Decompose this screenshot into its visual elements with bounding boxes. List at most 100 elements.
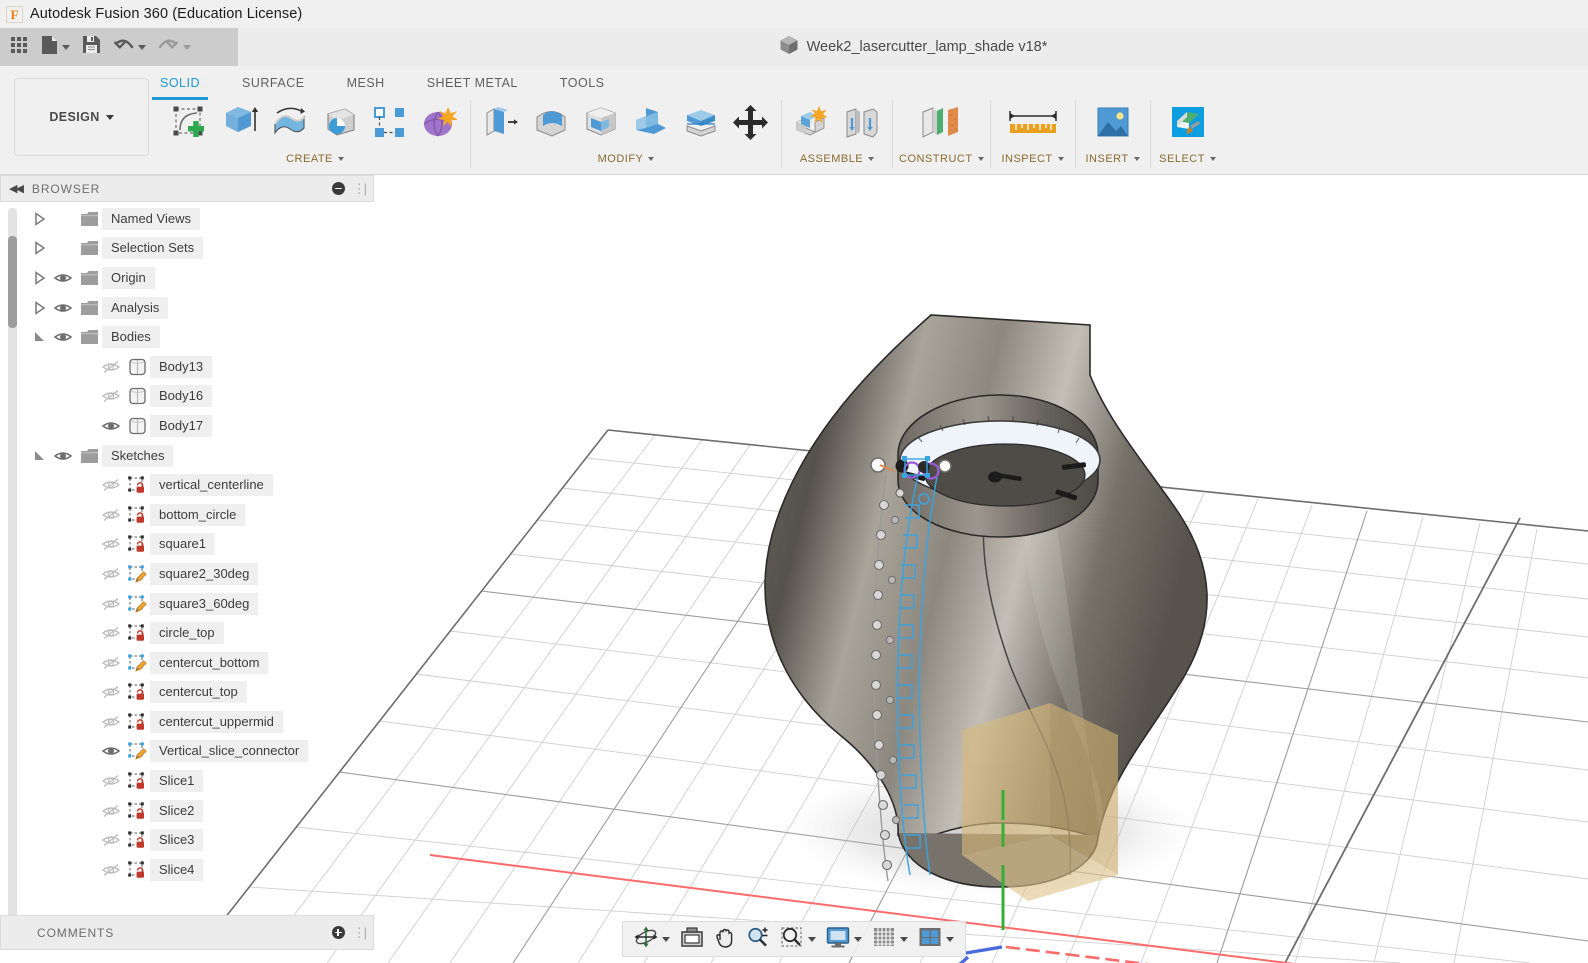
- eye-hidden-icon[interactable]: [98, 863, 124, 877]
- eye-hidden-icon[interactable]: [98, 478, 124, 492]
- comments-panel[interactable]: COMMENTS ⋮|: [0, 915, 374, 950]
- tool-press-pull[interactable]: [477, 100, 525, 150]
- resize-grip-icon[interactable]: ⋮|: [353, 181, 367, 197]
- eye-hidden-icon[interactable]: [98, 685, 124, 699]
- tree-row[interactable]: Slice4: [28, 855, 368, 885]
- eye-visible-icon[interactable]: [50, 449, 76, 463]
- resize-grip-icon[interactable]: ⋮|: [353, 925, 367, 941]
- chevron-down-icon[interactable]: [808, 936, 816, 942]
- eye-visible-icon[interactable]: [98, 744, 124, 758]
- panel-insert-label[interactable]: INSERT: [1085, 150, 1140, 168]
- tool-new-component[interactable]: [788, 100, 836, 150]
- tree-row[interactable]: square2_30deg: [28, 559, 368, 589]
- eye-hidden-icon[interactable]: [98, 804, 124, 818]
- eye-hidden-icon[interactable]: [98, 715, 124, 729]
- nav-display-settings-button[interactable]: [821, 923, 867, 955]
- nav-fit-button[interactable]: [775, 923, 821, 955]
- tree-row[interactable]: centercut_uppermid: [28, 707, 368, 737]
- eye-hidden-icon[interactable]: [98, 626, 124, 640]
- chevron-down-icon[interactable]: [62, 44, 70, 50]
- tree-row[interactable]: square1: [28, 530, 368, 560]
- tool-joint[interactable]: [838, 100, 886, 150]
- eye-hidden-icon[interactable]: [98, 656, 124, 670]
- panel-modify-label[interactable]: MODIFY: [598, 150, 655, 168]
- tool-shell[interactable]: [577, 100, 625, 150]
- panel-inspect-label[interactable]: INSPECT: [1001, 150, 1064, 168]
- chevron-down-icon[interactable]: [946, 936, 954, 942]
- collapse-triangle-icon[interactable]: [28, 241, 50, 256]
- tree-row[interactable]: Origin: [28, 263, 368, 293]
- plus-circle-icon[interactable]: [331, 926, 345, 939]
- tab-surface[interactable]: SURFACE: [242, 72, 305, 94]
- nav-viewports-button[interactable]: [913, 923, 959, 955]
- collapse-triangle-icon[interactable]: [28, 211, 50, 226]
- panel-construct-label[interactable]: CONSTRUCT: [899, 150, 984, 168]
- tree-row[interactable]: Analysis: [28, 293, 368, 323]
- tree-row[interactable]: bottom_circle: [28, 500, 368, 530]
- tab-mesh[interactable]: MESH: [347, 72, 385, 94]
- browser-scrollbar-thumb[interactable]: [8, 236, 17, 328]
- panel-select-label[interactable]: SELECT: [1159, 150, 1216, 168]
- double-left-arrow-icon[interactable]: ◀◀: [9, 182, 24, 195]
- tool-create-sketch[interactable]: [166, 100, 214, 150]
- collapse-triangle-icon[interactable]: [28, 300, 50, 315]
- eye-hidden-icon[interactable]: [98, 597, 124, 611]
- chevron-down-icon[interactable]: [854, 936, 862, 942]
- eye-visible-icon[interactable]: [98, 419, 124, 433]
- chevron-down-icon[interactable]: [138, 44, 146, 50]
- eye-visible-icon[interactable]: [50, 271, 76, 285]
- chevron-down-icon[interactable]: [183, 44, 191, 50]
- tab-sheet-metal[interactable]: SHEET METAL: [427, 72, 518, 94]
- nav-pan-button[interactable]: [709, 923, 741, 955]
- tool-offset-face[interactable]: [677, 100, 725, 150]
- nav-look-at-button[interactable]: [675, 923, 709, 955]
- tool-extrude[interactable]: [216, 100, 264, 150]
- nav-grid-snaps-button[interactable]: [867, 923, 913, 955]
- undo-button[interactable]: [107, 30, 152, 64]
- app-menu-button[interactable]: [4, 30, 35, 64]
- eye-hidden-icon[interactable]: [98, 833, 124, 847]
- document-tab[interactable]: Week2_lasercutter_lamp_shade v18*: [779, 35, 1047, 60]
- tree-row[interactable]: Bodies: [28, 322, 368, 352]
- browser-scrollbar[interactable]: [8, 208, 17, 920]
- tree-row[interactable]: Slice3: [28, 825, 368, 855]
- tree-row[interactable]: Vertical_slice_connector: [28, 737, 368, 767]
- tree-row[interactable]: Slice1: [28, 766, 368, 796]
- tool-insert-image[interactable]: [1082, 100, 1144, 150]
- redo-button[interactable]: [152, 30, 197, 64]
- eye-hidden-icon[interactable]: [98, 567, 124, 581]
- workspace-switcher-button[interactable]: DESIGN: [14, 78, 149, 156]
- eye-visible-icon[interactable]: [50, 301, 76, 315]
- eye-hidden-icon[interactable]: [98, 360, 124, 374]
- tool-construct-plane[interactable]: [910, 100, 972, 150]
- tool-move-copy[interactable]: [727, 100, 775, 150]
- minus-circle-icon[interactable]: [331, 182, 345, 195]
- eye-hidden-icon[interactable]: [98, 389, 124, 403]
- tree-row[interactable]: Sketches: [28, 441, 368, 471]
- tree-row[interactable]: centercut_top: [28, 678, 368, 708]
- nav-orbit-button[interactable]: [629, 923, 675, 955]
- tool-select[interactable]: [1157, 100, 1219, 150]
- tool-fillet[interactable]: [527, 100, 575, 150]
- save-button[interactable]: [76, 30, 107, 64]
- tab-solid[interactable]: SOLID: [151, 72, 209, 100]
- tree-row[interactable]: Named Views: [28, 204, 368, 234]
- eye-visible-icon[interactable]: [50, 330, 76, 344]
- tree-row[interactable]: Body16: [28, 382, 368, 412]
- panel-create-label[interactable]: CREATE: [286, 150, 344, 168]
- expand-triangle-icon[interactable]: [28, 330, 50, 344]
- tree-row[interactable]: Body17: [28, 411, 368, 441]
- tool-measure[interactable]: [997, 100, 1069, 150]
- tool-form[interactable]: [416, 100, 464, 150]
- tool-sweep[interactable]: [316, 100, 364, 150]
- collapse-triangle-icon[interactable]: [28, 271, 50, 285]
- panel-assemble-label[interactable]: ASSEMBLE: [800, 150, 875, 168]
- nav-zoom-button[interactable]: [741, 923, 775, 955]
- tool-revolve[interactable]: [266, 100, 314, 150]
- tree-row[interactable]: circle_top: [28, 618, 368, 648]
- tree-row[interactable]: vertical_centerline: [28, 470, 368, 500]
- expand-triangle-icon[interactable]: [28, 449, 50, 463]
- tree-row[interactable]: centercut_bottom: [28, 648, 368, 678]
- tool-pattern[interactable]: [366, 100, 414, 150]
- tree-row[interactable]: Slice2: [28, 796, 368, 826]
